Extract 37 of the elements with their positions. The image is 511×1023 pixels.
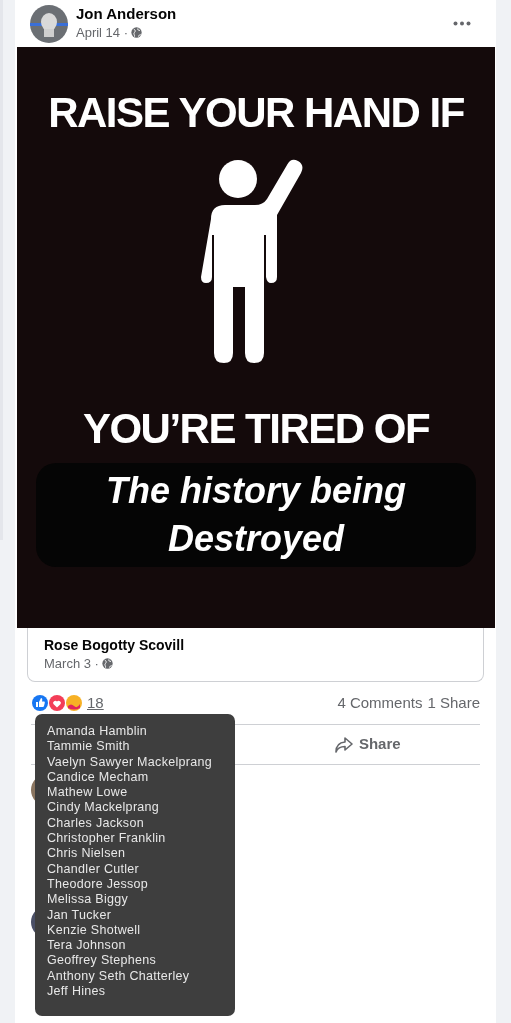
reactor-name: Tammie Smith [47,739,131,755]
globe-icon [101,658,113,669]
share-button[interactable]: Share [255,725,480,764]
shared-post-date[interactable]: March 3 · [44,653,99,674]
meme-headline: RAISE YOUR HAND IF [48,88,464,138]
reactor-name: Theodore Jessop [47,876,150,893]
reaction-icons[interactable] [31,694,83,712]
comments-count[interactable]: 4 Comments [337,691,423,715]
avatar [30,4,68,43]
reactor-name: Kenzie Shotwell [47,922,142,939]
reactor-name: Melissa Biggy [47,892,129,908]
meme-caption-line: Destroyed [167,517,345,561]
shared-author-name[interactable]: Rose Bogotty Scovill [44,635,467,654]
reactor-name: Amanda Hamblin [47,724,149,740]
reactor-name: Candice Mecham [47,769,150,786]
share-arrow-icon [334,736,353,753]
reactor-name: Chandler Cutler [47,861,141,877]
reactor-name: Cindy Mackelprang [47,800,161,816]
meme-subheadline: YOU’RE TIRED OF [82,404,430,454]
meme-caption-line: The history being [106,469,406,513]
reactor-name: Tera Johnson [47,938,127,954]
reactor-name: Mathew Lowe [47,785,129,801]
globe-icon [131,27,143,38]
reactor-name: Vaelyn Sawyer Mackelprang [47,754,213,770]
reactor-name: Anthony Seth Chatterley [47,968,191,985]
reactor-name: Jeff Hines [47,984,107,1000]
post-date[interactable]: April 14 · [76,22,129,43]
reactor-name: Geoffrey Stephens [47,953,158,969]
shared-post-attribution[interactable]: Rose Bogotty Scovill March 3 · [27,628,484,682]
reaction-count[interactable]: 18 [87,691,104,715]
reactor-name: Chris Nielsen [47,846,127,862]
reactor-name: Charles Jackson [47,815,145,832]
author-name[interactable]: Jon Anderson [76,4,445,23]
more-options-icon[interactable] [453,21,471,26]
shares-count[interactable]: 1 Share [427,691,480,715]
reactor-name: Jan Tucker [47,907,113,923]
reactor-name: Christopher Franklin [47,831,167,847]
